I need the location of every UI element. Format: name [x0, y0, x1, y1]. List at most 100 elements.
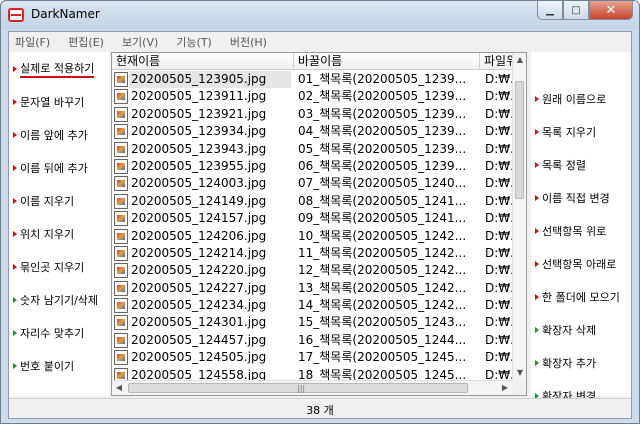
new-name-cell: 17_책목록(20200505_1245... [298, 350, 467, 365]
table-row[interactable]: 20200505_123955.jpg 06_책목록(20200505_1239.… [112, 158, 515, 175]
new-name-cell: 07_책목록(20200505_1240... [298, 176, 467, 191]
sort-list-button[interactable]: 목록 정렬 [535, 156, 586, 174]
image-file-icon [114, 124, 128, 140]
add-numbering-button[interactable]: 번호 붙이기 [13, 357, 74, 375]
current-name-cell: 20200505_124149.jpg [131, 193, 267, 208]
title-bar[interactable]: DarkNamer ▁ □ ✕ [1, 1, 639, 29]
location-cell: D:₩... [485, 141, 515, 156]
restore-name-button[interactable]: 원래 이름으로 [535, 90, 606, 108]
column-new-name[interactable]: 바꿀이름 [294, 53, 480, 70]
image-file-icon [114, 106, 128, 122]
location-cell: D:₩... [485, 158, 515, 173]
keep-delete-numbers-button[interactable]: 숫자 남기기/삭제 [13, 291, 98, 309]
table-row[interactable]: 20200505_124220.jpg 12_책목록(20200505_1242.… [112, 262, 515, 279]
move-down-button[interactable]: 선택항목 아래로 [535, 255, 616, 273]
location-cell: D:₩... [485, 298, 515, 313]
collect-to-folder-button[interactable]: 한 폴더에 모으기 [535, 288, 620, 306]
menu-version[interactable]: 버전(H) [230, 34, 267, 50]
table-row[interactable]: 20200505_124505.jpg 17_책목록(20200505_1245.… [112, 349, 515, 366]
current-name-cell: 20200505_124157.jpg [131, 211, 267, 226]
maximize-button[interactable]: □ [563, 1, 589, 20]
list-rows: 20200505_123905.jpg 01_책목록(20200505_1239.… [112, 71, 515, 384]
append-name-button[interactable]: 이름 뒤에 추가 [13, 159, 88, 177]
scroll-down-icon[interactable]: ▼ [513, 366, 526, 380]
minimize-button[interactable]: ▁ [537, 1, 563, 20]
delete-name-button[interactable]: 이름 지우기 [13, 192, 74, 210]
current-name-cell: 20200505_123921.jpg [131, 106, 267, 121]
table-row[interactable]: 20200505_124149.jpg 08_책목록(20200505_1241.… [112, 193, 515, 210]
location-cell: D:₩... [485, 124, 515, 139]
arrow-icon [13, 231, 17, 237]
table-row[interactable]: 20200505_124301.jpg 15_책목록(20200505_1243.… [112, 314, 515, 331]
table-row[interactable]: 20200505_123921.jpg 03_책목록(20200505_1239.… [112, 106, 515, 123]
arrow-icon [535, 162, 539, 168]
location-cell: D:₩... [485, 280, 515, 295]
delete-bracketed-button[interactable]: 묶인곳 지우기 [13, 258, 84, 276]
scroll-corner [512, 380, 526, 395]
table-row[interactable]: 20200505_124206.jpg 10_책목록(20200505_1242.… [112, 228, 515, 245]
list-header: 현재이름 바꿀이름 파일위 [112, 53, 526, 70]
current-name-cell: 20200505_124220.jpg [131, 263, 267, 278]
new-name-cell: 12_책목록(20200505_1242... [298, 263, 467, 278]
scroll-left-icon[interactable]: ◀ [112, 381, 126, 395]
prepend-name-button[interactable]: 이름 앞에 추가 [13, 126, 88, 144]
image-file-icon [114, 315, 128, 331]
current-name-cell: 20200505_124505.jpg [131, 350, 267, 365]
current-name-cell: 20200505_124234.jpg [131, 298, 267, 313]
image-file-icon [114, 176, 128, 192]
file-list[interactable]: 현재이름 바꿀이름 파일위 20200505_123905.jpg 01_책목록(… [111, 52, 527, 396]
image-file-icon [114, 332, 128, 348]
location-cell: D:₩... [485, 263, 515, 278]
vertical-scroll-thumb[interactable] [515, 81, 524, 199]
horizontal-scrollbar[interactable]: ◀ ||| ▶ [112, 380, 512, 395]
arrow-icon [535, 96, 539, 102]
rename-direct-button[interactable]: 이름 직접 변경 [535, 189, 610, 207]
move-up-button[interactable]: 선택항목 위로 [535, 222, 606, 240]
new-name-cell: 16_책목록(20200505_1244... [298, 332, 467, 347]
menu-tools[interactable]: 기능(T) [176, 34, 212, 50]
table-row[interactable]: 20200505_123943.jpg 05_책목록(20200505_1239.… [112, 141, 515, 158]
image-file-icon [114, 193, 128, 209]
new-name-cell: 11_책목록(20200505_1242... [298, 245, 467, 260]
table-row[interactable]: 20200505_124457.jpg 16_책목록(20200505_1244.… [112, 332, 515, 349]
scroll-right-icon[interactable]: ▶ [498, 381, 512, 395]
image-file-icon [114, 350, 128, 366]
replace-string-button[interactable]: 문자열 바꾸기 [13, 93, 84, 111]
table-row[interactable]: 20200505_124214.jpg 11_책목록(20200505_1242.… [112, 245, 515, 262]
table-row[interactable]: 20200505_123934.jpg 04_책목록(20200505_1239.… [112, 123, 515, 140]
table-row[interactable]: 20200505_124157.jpg 09_책목록(20200505_1241.… [112, 210, 515, 227]
location-cell: D:₩... [485, 72, 515, 86]
table-row[interactable]: 20200505_123905.jpg 01_책목록(20200505_1239.… [112, 71, 515, 88]
arrow-icon [13, 66, 17, 72]
apply-rename-button[interactable]: 실제로 적용하기 [13, 60, 95, 78]
table-row[interactable]: 20200505_124227.jpg 13_책목록(20200505_1242.… [112, 280, 515, 297]
menu-edit[interactable]: 편집(E) [68, 34, 104, 50]
table-row[interactable]: 20200505_123911.jpg 02_책목록(20200505_1239.… [112, 88, 515, 105]
close-icon: ✕ [605, 2, 617, 18]
arrow-icon [13, 264, 17, 270]
table-row[interactable]: 20200505_124003.jpg 07_책목록(20200505_1240.… [112, 175, 515, 192]
column-current-name[interactable]: 현재이름 [112, 53, 294, 70]
current-name-cell: 20200505_124227.jpg [131, 280, 267, 295]
menu-view[interactable]: 보기(V) [122, 34, 158, 50]
scroll-up-icon[interactable]: ▲ [513, 53, 526, 67]
menu-file[interactable]: 파일(F) [15, 34, 50, 50]
delete-extension-button[interactable]: 확장자 삭제 [535, 321, 596, 339]
horizontal-scroll-thumb[interactable]: ||| [128, 383, 468, 393]
location-cell: D:₩... [485, 89, 515, 104]
location-cell: D:₩... [485, 106, 515, 121]
add-extension-button[interactable]: 확장자 추가 [535, 354, 596, 372]
delete-position-button[interactable]: 위치 지우기 [13, 225, 74, 243]
vertical-scrollbar[interactable]: ▲ ▼ [512, 53, 526, 380]
current-name-cell: 20200505_124457.jpg [131, 332, 267, 347]
close-button[interactable]: ✕ [589, 1, 633, 20]
new-name-cell: 06_책목록(20200505_1239... [298, 158, 467, 173]
location-cell: D:₩... [485, 193, 515, 208]
arrow-icon [13, 132, 17, 138]
arrow-icon [13, 330, 17, 336]
pad-digits-button[interactable]: 자리수 맞추기 [13, 324, 84, 342]
clear-list-button[interactable]: 목록 지우기 [535, 123, 596, 141]
image-file-icon [114, 280, 128, 296]
table-row[interactable]: 20200505_124234.jpg 14_책목록(20200505_1242.… [112, 297, 515, 314]
window-controls: ▁ □ ✕ [537, 1, 633, 21]
